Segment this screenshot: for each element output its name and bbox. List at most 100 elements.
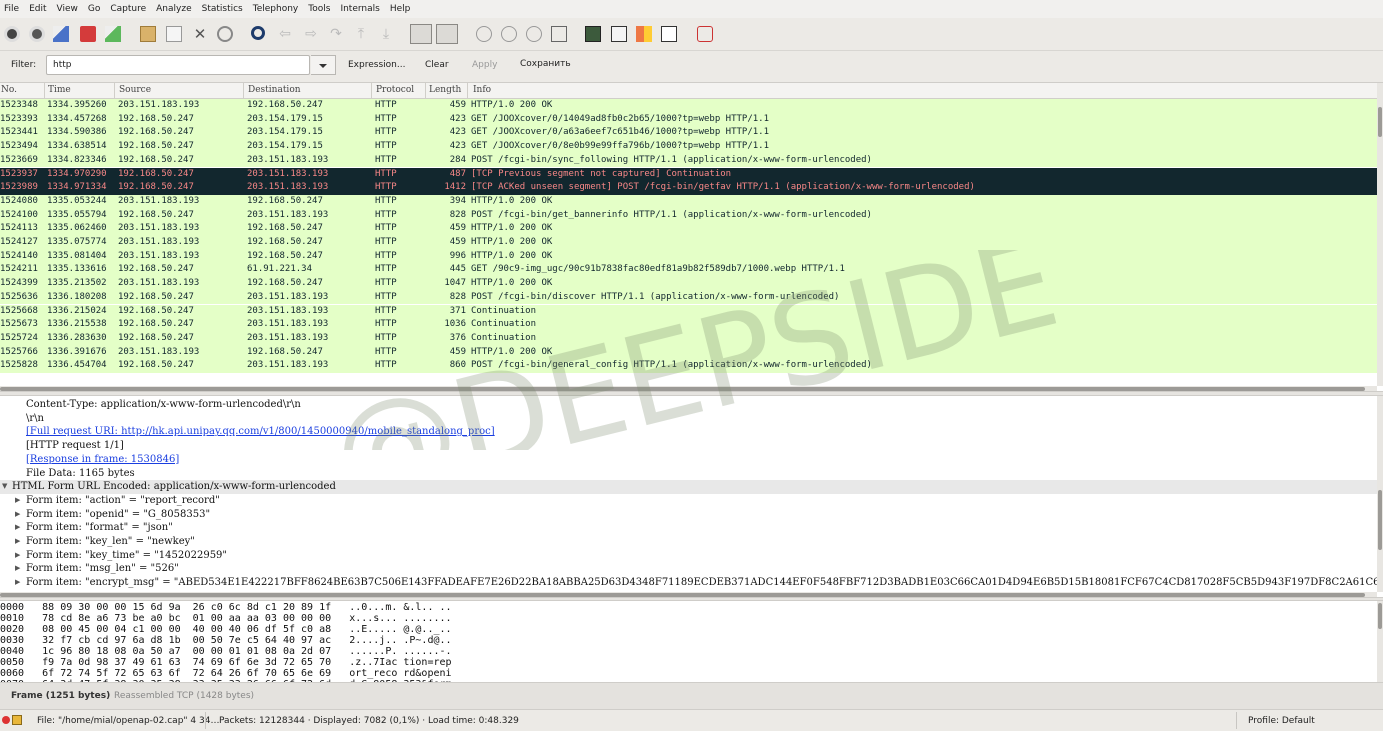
filter-input[interactable]: http [46,55,310,75]
tab-reassembled-tcp[interactable]: Reassembled TCP (1428 bytes) [114,691,254,701]
tree-node[interactable]: ▶ Form item: "key_time" = "1452022959" [0,549,1377,563]
start-capture-icon[interactable] [53,26,69,42]
menu-statistics[interactable]: Statistics [197,0,248,18]
packet-row[interactable]: 1525766 1336.391676 203.151.183.193 192.168… [0,345,1377,360]
packet-row[interactable]: 1523441 1334.590386 192.168.50.247 203.154.… [0,126,1377,141]
packet-bytes-scrollbar[interactable] [1377,601,1383,682]
packet-row[interactable]: 1523937 1334.970290 192.168.50.247 203.151.… [0,167,1377,182]
display-filters-icon[interactable] [611,26,627,42]
close-file-icon[interactable]: ✕ [192,26,208,42]
tree-node[interactable]: ▶ Form item: "action" = "report_record" [0,494,1377,508]
packet-row[interactable]: 1525636 1336.180208 192.168.50.247 203.151.… [0,290,1377,305]
packet-row[interactable]: 1524113 1335.062460 203.151.183.193 192.168… [0,222,1377,236]
menu-internals[interactable]: Internals [335,0,384,18]
go-to-packet-icon[interactable]: ↷ [328,26,344,42]
resize-columns-icon[interactable] [551,26,567,42]
expanded-arrow-icon[interactable]: ▼ [2,480,7,494]
go-last-icon[interactable]: ⤓ [378,26,394,42]
preferences-icon[interactable] [661,26,677,42]
hex-line[interactable]: 0060 6f 72 74 5f 72 65 63 6f 72 64 26 6f… [0,668,452,679]
detail-line[interactable]: \r\n [0,412,1377,426]
packet-row[interactable]: 1524399 1335.213502 203.151.183.193 192.168… [0,277,1377,291]
column-header-source[interactable]: Source [119,85,151,95]
hex-line[interactable]: 0030 32 f7 cb cd 97 6a d8 1b 00 50 7e c5… [0,635,452,646]
packet-row[interactable]: 1523348 1334.395260 203.151.183.193 192.168… [0,99,1377,113]
menu-analyze[interactable]: Analyze [151,0,196,18]
menu-edit[interactable]: Edit [24,0,51,18]
hex-line[interactable]: 0020 08 00 45 00 04 c1 00 00 40 00 40 06… [0,624,452,635]
column-header-length[interactable]: Length [429,85,461,95]
go-forward-icon[interactable]: ⇨ [303,26,319,42]
detail-line[interactable]: [HTTP request 1/1] [0,439,1377,453]
help-icon[interactable] [697,26,713,42]
zoom-normal-icon[interactable] [526,26,542,42]
detail-line[interactable]: Content-Type: application/x-www-form-url… [0,398,1377,412]
tree-node[interactable]: ▶ Form item: "format" = "json" [0,521,1377,535]
stop-capture-icon[interactable] [80,26,96,42]
packet-row[interactable]: 1525673 1336.215538 192.168.50.247 203.151.… [0,318,1377,332]
packet-row[interactable]: 1523393 1334.457268 192.168.50.247 203.154.… [0,112,1377,127]
packet-row[interactable]: 1523669 1334.823346 192.168.50.247 203.151.… [0,153,1377,168]
tree-node[interactable]: ▶ Form item: "key_len" = "newkey" [0,535,1377,549]
collapsed-arrow-icon[interactable]: ▶ [15,576,20,590]
menu-telephony[interactable]: Telephony [248,0,304,18]
tree-node[interactable]: ▼ HTML Form URL Encoded: application/x-ww… [0,480,1377,494]
menu-help[interactable]: Help [385,0,416,18]
packet-row[interactable]: 1524100 1335.055794 192.168.50.247 203.151.… [0,208,1377,223]
detail-line[interactable]: [Full request URI: http://hk.api.unipay.… [0,425,1377,439]
menu-view[interactable]: View [52,0,83,18]
column-header-no[interactable]: No. [1,85,17,95]
interfaces-icon[interactable] [4,26,20,42]
zoom-in-icon[interactable] [476,26,492,42]
packet-row[interactable]: 1524127 1335.075774 203.151.183.193 192.168… [0,236,1377,250]
collapsed-arrow-icon[interactable]: ▶ [15,535,20,549]
tree-node[interactable]: ▶ Form item: "openid" = "G_8058353" [0,508,1377,522]
colorize-icon[interactable] [410,24,432,44]
menu-capture[interactable]: Capture [105,0,151,18]
detail-link[interactable]: [Full request URI: http://hk.api.unipay.… [26,425,495,439]
collapsed-arrow-icon[interactable]: ▶ [15,494,20,508]
save-filter-button[interactable]: Сохранить [520,59,571,69]
packet-list-scrollbar[interactable] [1377,83,1383,386]
go-first-icon[interactable]: ⤒ [353,26,369,42]
hex-line[interactable]: 0040 1c 96 80 18 08 0a 50 a7 00 00 01 01… [0,646,452,657]
capture-comment-icon[interactable] [12,715,22,725]
expert-info-icon[interactable] [2,716,10,724]
collapsed-arrow-icon[interactable]: ▶ [15,549,20,563]
packet-row[interactable]: 1525724 1336.283630 192.168.50.247 203.151.… [0,331,1377,346]
menu-go[interactable]: Go [83,0,105,18]
packet-row[interactable]: 1524140 1335.081404 203.151.183.193 192.168… [0,249,1377,264]
packet-row[interactable]: 1523989 1334.971334 192.168.50.247 203.151.… [0,181,1377,195]
packet-row[interactable]: 1523494 1334.638514 192.168.50.247 203.154.… [0,140,1377,154]
hex-line[interactable]: 0010 78 cd 8e a6 73 be a0 bc 01 00 aa aa… [0,613,452,624]
apply-button[interactable]: Apply [472,60,497,70]
expression-button[interactable]: Expression... [348,60,405,70]
collapsed-arrow-icon[interactable]: ▶ [15,521,20,535]
column-header-info[interactable]: Info [473,85,491,95]
menu-tools[interactable]: Tools [303,0,335,18]
column-header-protocol[interactable]: Protocol [376,85,414,95]
find-packet-icon[interactable] [251,26,265,40]
filter-dropdown-button[interactable] [311,55,336,75]
packet-row[interactable]: 1524211 1335.133616 192.168.50.247 61.91.22… [0,263,1377,278]
hex-line[interactable]: 0000 88 09 30 00 00 15 6d 9a 26 c0 6c 8d… [0,602,452,613]
capture-options-icon[interactable] [29,26,45,42]
menu-file[interactable]: File [0,0,24,18]
hex-line[interactable]: 0050 f9 7a 0d 98 37 49 61 63 74 69 6f 6e… [0,657,452,668]
packet-row[interactable]: 1524080 1335.053244 203.151.183.193 192.168… [0,194,1377,209]
status-profile[interactable]: Profile: Default [1248,716,1315,726]
save-file-icon[interactable] [166,26,182,42]
reload-icon[interactable] [217,26,233,42]
go-back-icon[interactable]: ⇦ [277,26,293,42]
packet-row[interactable]: 1525828 1336.454704 192.168.50.247 203.151.… [0,359,1377,373]
capture-filters-icon[interactable] [585,26,601,42]
packet-details-scrollbar[interactable] [1377,396,1383,592]
collapsed-arrow-icon[interactable]: ▶ [15,562,20,576]
tab-frame[interactable]: Frame (1251 bytes) [11,691,110,701]
tree-node[interactable]: ▶ Form item: "encrypt_msg" = "ABED534E1E4… [0,576,1377,590]
clear-button[interactable]: Clear [425,60,449,70]
collapsed-arrow-icon[interactable]: ▶ [15,508,20,522]
packet-row[interactable]: 1525668 1336.215024 192.168.50.247 203.151.… [0,304,1377,319]
detail-line[interactable]: [Response in frame: 1530846] [0,453,1377,467]
restart-capture-icon[interactable] [105,26,121,42]
